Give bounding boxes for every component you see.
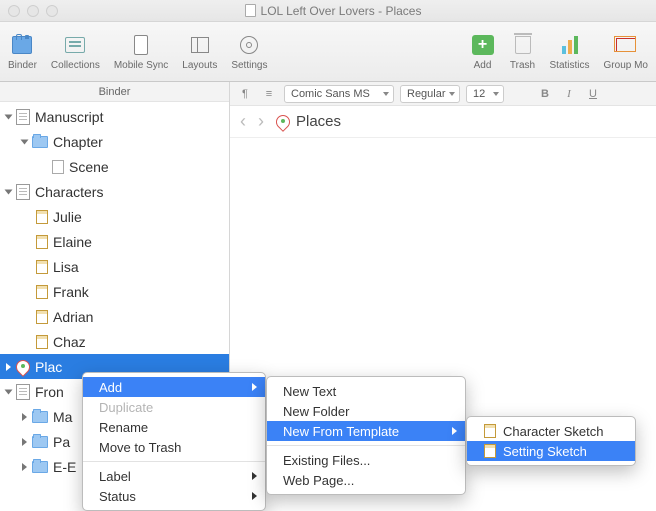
menu-character-sketch[interactable]: Character Sketch <box>467 421 635 441</box>
underline-button[interactable]: U <box>584 88 602 100</box>
menu-new-text[interactable]: New Text <box>267 381 465 401</box>
menu-label[interactable]: Label <box>83 466 265 486</box>
submenu-arrow-icon <box>252 492 257 500</box>
tree-item-characters[interactable]: Characters <box>0 179 229 204</box>
tree-item-scene[interactable]: Scene <box>0 154 229 179</box>
close-window[interactable] <box>8 5 20 17</box>
menu-new-from-template[interactable]: New From Template <box>267 421 465 441</box>
context-menu: Add Duplicate Rename Move to Trash Label… <box>82 372 266 511</box>
group-mode-button[interactable]: Group Mo <box>604 33 648 71</box>
places-icon <box>16 360 30 374</box>
folder-icon <box>16 184 30 200</box>
submenu-arrow-icon <box>452 427 457 435</box>
card-icon <box>36 310 48 324</box>
menu-duplicate: Duplicate <box>83 397 265 417</box>
tree-item-manuscript[interactable]: Manuscript <box>0 104 229 129</box>
bold-button[interactable]: B <box>536 88 554 100</box>
card-icon <box>36 235 48 249</box>
disclosure-triangle[interactable] <box>22 463 27 471</box>
tree-item-julie[interactable]: Julie <box>0 204 229 229</box>
titlebar: LOL Left Over Lovers - Places <box>0 0 656 22</box>
mobile-sync-button[interactable]: Mobile Sync <box>114 33 168 71</box>
nav-forward[interactable]: › <box>258 111 264 132</box>
menu-rename[interactable]: Rename <box>83 417 265 437</box>
italic-button[interactable]: I <box>560 88 578 100</box>
folder-icon <box>32 411 48 423</box>
submenu-arrow-icon <box>252 472 257 480</box>
collections-button[interactable]: Collections <box>51 33 100 71</box>
tree-item-lisa[interactable]: Lisa <box>0 254 229 279</box>
minimize-window[interactable] <box>27 5 39 17</box>
menu-web-page[interactable]: Web Page... <box>267 470 465 490</box>
paragraph-button[interactable]: ¶ <box>236 88 254 100</box>
manuscript-icon <box>16 109 30 125</box>
card-icon <box>36 285 48 299</box>
card-icon <box>484 444 496 458</box>
disclosure-triangle[interactable] <box>21 139 29 144</box>
trash-button[interactable]: Trash <box>510 33 536 71</box>
disclosure-triangle[interactable] <box>6 363 11 371</box>
group-icon <box>616 38 636 52</box>
trash-icon <box>515 36 531 54</box>
tree-item-frank[interactable]: Frank <box>0 279 229 304</box>
menu-separator <box>83 461 265 462</box>
mobile-icon <box>134 35 148 55</box>
submenu-arrow-icon <box>252 383 257 391</box>
disclosure-triangle[interactable] <box>5 189 13 194</box>
layouts-icon <box>191 37 209 53</box>
binder-icon <box>12 36 32 54</box>
menu-move-to-trash[interactable]: Move to Trash <box>83 437 265 457</box>
zoom-window[interactable] <box>46 5 58 17</box>
tree-item-elaine[interactable]: Elaine <box>0 229 229 254</box>
window-title-text: LOL Left Over Lovers - Places <box>261 4 422 18</box>
align-button[interactable]: ≡ <box>260 88 278 100</box>
tree-item-chapter[interactable]: Chapter <box>0 129 229 154</box>
toolbar: Binder Collections Mobile Sync Layouts S… <box>0 22 656 82</box>
places-icon <box>276 115 290 129</box>
add-submenu: New Text New Folder New From Template Ex… <box>266 376 466 495</box>
font-family-select[interactable]: Comic Sans MS <box>284 85 394 103</box>
window-controls <box>8 5 58 17</box>
statistics-button[interactable]: Statistics <box>550 33 590 71</box>
font-size-select[interactable]: 12 <box>466 85 504 103</box>
menu-new-folder[interactable]: New Folder <box>267 401 465 421</box>
nav-back[interactable]: ‹ <box>240 111 246 132</box>
template-submenu: Character Sketch Setting Sketch <box>466 416 636 466</box>
font-weight-select[interactable]: Regular <box>400 85 460 103</box>
plus-icon: + <box>472 35 494 55</box>
menu-existing-files[interactable]: Existing Files... <box>267 450 465 470</box>
disclosure-triangle[interactable] <box>5 389 13 394</box>
disclosure-triangle[interactable] <box>22 413 27 421</box>
binder-button[interactable]: Binder <box>8 33 37 71</box>
layouts-button[interactable]: Layouts <box>182 33 217 71</box>
tree-item-adrian[interactable]: Adrian <box>0 304 229 329</box>
card-icon <box>36 260 48 274</box>
card-icon <box>36 210 48 224</box>
menu-setting-sketch[interactable]: Setting Sketch <box>467 441 635 461</box>
menu-status[interactable]: Status <box>83 486 265 506</box>
menu-separator <box>267 445 465 446</box>
disclosure-triangle[interactable] <box>22 438 27 446</box>
disclosure-triangle[interactable] <box>5 114 13 119</box>
card-icon <box>484 424 496 438</box>
card-icon <box>36 335 48 349</box>
stats-icon <box>562 36 578 54</box>
document-icon <box>245 4 256 17</box>
collections-icon <box>65 37 85 53</box>
document-icon <box>52 160 64 174</box>
add-button[interactable]: +Add <box>470 33 496 71</box>
menu-add[interactable]: Add <box>83 377 265 397</box>
folder-icon <box>32 461 48 473</box>
format-bar: ¶ ≡ Comic Sans MS Regular 12 B I U <box>230 82 656 106</box>
folder-icon <box>32 136 48 148</box>
folder-icon <box>16 384 30 400</box>
nav-title: Places <box>276 113 341 130</box>
window-title: LOL Left Over Lovers - Places <box>58 4 608 18</box>
tree-item-chaz[interactable]: Chaz <box>0 329 229 354</box>
binder-header: Binder <box>0 82 229 102</box>
gear-icon <box>240 36 258 54</box>
folder-icon <box>32 436 48 448</box>
editor-nav: ‹ › Places <box>230 106 656 138</box>
settings-button[interactable]: Settings <box>231 33 267 71</box>
